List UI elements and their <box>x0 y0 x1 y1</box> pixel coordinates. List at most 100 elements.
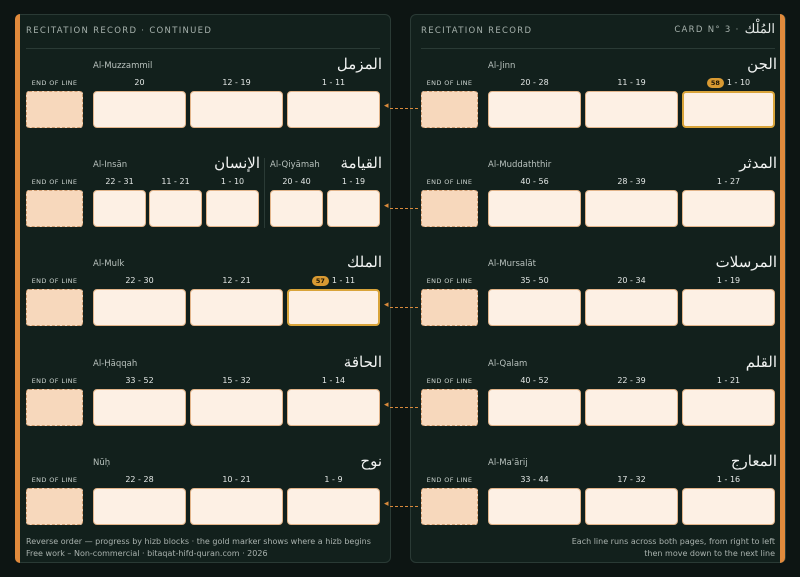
end-of-line-label: END OF LINE <box>426 178 473 186</box>
range-label: 11 - 21 <box>161 177 190 186</box>
range-label: 20 - 40 <box>282 177 311 186</box>
progress-box-hizb-start[interactable] <box>287 289 380 326</box>
progress-box[interactable] <box>93 389 186 426</box>
left-page: RECITATION RECORD · CONTINUED Al-Muzzamm… <box>15 14 391 563</box>
range-label: 15 - 32 <box>222 376 251 385</box>
progress-box[interactable] <box>270 190 323 227</box>
progress-box[interactable] <box>190 91 283 128</box>
progress-box[interactable] <box>190 289 283 326</box>
progress-box[interactable] <box>585 91 678 128</box>
surah-arabic-name: نوح <box>360 452 382 470</box>
left-row-3: Al-Mulk الملك END OF LINE 22 - 30 12 - 2… <box>16 247 392 337</box>
progress-box[interactable] <box>585 488 678 525</box>
progress-box-hizb-start[interactable] <box>682 91 775 128</box>
continuation-arrow-icon: ◂ <box>384 201 418 214</box>
surah-latin-name: Al-Ma'ārij <box>488 458 528 468</box>
range-label: 22 - 39 <box>617 376 646 385</box>
range-label: 11 - 19 <box>617 78 646 87</box>
range-label-with-hizb-marker: 57 1 - 11 <box>287 276 380 286</box>
right-row-2: Al-Muddaththir المدثر END OF LINE 40 - 5… <box>411 148 787 238</box>
footer-line: Free work – Non-commercial · bitaqat-hif… <box>26 549 268 558</box>
end-of-line-box[interactable] <box>421 389 478 426</box>
progress-box[interactable] <box>488 190 581 227</box>
card-arabic-title: المُلْك <box>744 22 775 37</box>
range-label-with-hizb-marker: 58 1 - 10 <box>682 78 775 88</box>
surah-latin-name: Al-Mursalāt <box>488 259 536 269</box>
right-page: RECITATION RECORD CARD N° 3 · المُلْك Al… <box>410 14 786 563</box>
progress-box[interactable] <box>585 190 678 227</box>
end-of-line-box[interactable] <box>421 190 478 227</box>
surah-arabic-name: الإنسان <box>214 154 260 172</box>
range-label: 1 - 21 <box>716 376 741 385</box>
progress-box[interactable] <box>682 389 775 426</box>
continuation-arrow-icon: ◂ <box>384 101 418 114</box>
range-label: 40 - 56 <box>520 177 549 186</box>
progress-box[interactable] <box>585 289 678 326</box>
right-row-3: Al-Mursalāt المرسلات END OF LINE 35 - 50… <box>411 247 787 337</box>
left-row-4: Al-Ḥāqqah الحاقة END OF LINE 33 - 52 15 … <box>16 347 392 437</box>
range-label: 1 - 9 <box>324 475 343 484</box>
end-of-line-box[interactable] <box>26 289 83 326</box>
surah-latin-name: Al-Muzzammil <box>93 61 153 71</box>
right-page-edge <box>780 14 785 563</box>
left-row-2: Al-Insān الإنسان Al-Qiyāmah القيامة END … <box>16 148 392 238</box>
range-label: 1 - 19 <box>341 177 366 186</box>
progress-box[interactable] <box>488 488 581 525</box>
footer-line: then move down to the next line <box>644 549 775 558</box>
range-label: 20 - 34 <box>617 276 646 285</box>
progress-box[interactable] <box>327 190 380 227</box>
end-of-line-box[interactable] <box>26 488 83 525</box>
progress-box[interactable] <box>682 289 775 326</box>
progress-box[interactable] <box>190 389 283 426</box>
end-of-line-box[interactable] <box>26 190 83 227</box>
continuation-arrow-icon: ◂ <box>384 300 418 313</box>
progress-box[interactable] <box>488 289 581 326</box>
end-of-line-label: END OF LINE <box>426 277 473 285</box>
end-of-line-box[interactable] <box>26 91 83 128</box>
surah-arabic-name: الحاقة <box>343 353 382 371</box>
progress-box[interactable] <box>93 488 186 525</box>
left-page-header: RECITATION RECORD · CONTINUED <box>26 23 380 49</box>
surah-latin-name: Al-Muddaththir <box>488 160 552 170</box>
progress-box[interactable] <box>149 190 202 227</box>
progress-box[interactable] <box>585 389 678 426</box>
end-of-line-box[interactable] <box>421 488 478 525</box>
left-page-title: RECITATION RECORD · CONTINUED <box>26 26 213 36</box>
progress-box[interactable] <box>93 289 186 326</box>
progress-box[interactable] <box>287 488 380 525</box>
right-page-title: RECITATION RECORD <box>421 26 533 36</box>
progress-box[interactable] <box>190 488 283 525</box>
footer-line: Each line runs across both pages, from r… <box>571 537 775 546</box>
range-label: 1 - 14 <box>321 376 346 385</box>
surah-latin-name: Al-Ḥāqqah <box>93 359 138 369</box>
footer-line: Reverse order — progress by hizb blocks … <box>26 537 371 546</box>
surah-arabic-name: المدثر <box>739 154 777 172</box>
hizb-marker-badge: 58 <box>706 78 724 88</box>
progress-box[interactable] <box>206 190 259 227</box>
range-label: 12 - 21 <box>222 276 251 285</box>
progress-box[interactable] <box>488 389 581 426</box>
surah-latin-name: Al-Insān <box>93 160 128 170</box>
surah-latin-name: Nūḥ <box>93 458 111 468</box>
end-of-line-box[interactable] <box>421 289 478 326</box>
progress-box[interactable] <box>93 190 146 227</box>
progress-box[interactable] <box>488 91 581 128</box>
range-label: 40 - 52 <box>520 376 549 385</box>
surah-latin-name: Al-Mulk <box>93 259 125 269</box>
progress-box[interactable] <box>682 190 775 227</box>
progress-box[interactable] <box>93 91 186 128</box>
end-of-line-box[interactable] <box>26 389 83 426</box>
progress-box[interactable] <box>682 488 775 525</box>
progress-box[interactable] <box>287 389 380 426</box>
surah-divider <box>264 158 265 228</box>
end-of-line-box[interactable] <box>421 91 478 128</box>
surah-arabic-name: المزمل <box>336 55 382 73</box>
surah-latin-name: Al-Qalam <box>488 359 528 369</box>
end-of-line-label: END OF LINE <box>31 476 78 484</box>
range-label: 20 <box>134 78 145 87</box>
range-label: 1 - 16 <box>716 475 741 484</box>
end-of-line-label: END OF LINE <box>31 178 78 186</box>
range-label: 35 - 50 <box>520 276 549 285</box>
range-label: 22 - 30 <box>125 276 154 285</box>
progress-box[interactable] <box>287 91 380 128</box>
